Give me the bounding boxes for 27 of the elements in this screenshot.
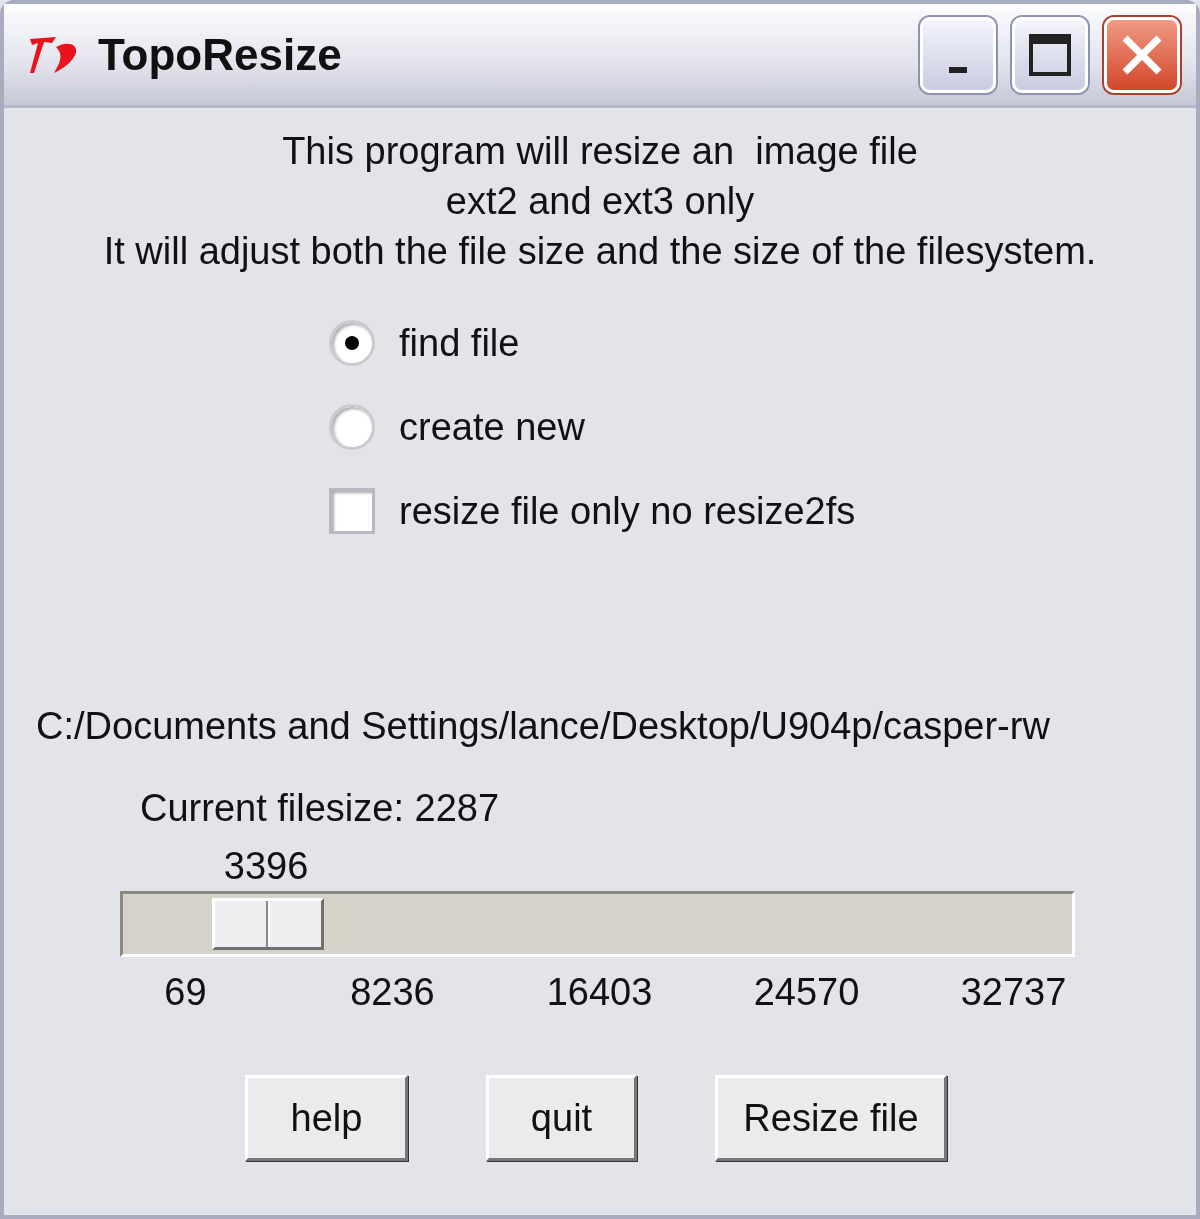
tick-label: 24570 <box>753 971 860 1013</box>
option-label: create new <box>399 404 585 450</box>
tick-label: 69 <box>164 971 207 1013</box>
checkbox[interactable] <box>329 488 375 534</box>
slider-thumb[interactable] <box>212 898 325 950</box>
minimize-button[interactable] <box>920 16 996 93</box>
file-path: C:/Documents and Settings/lance/Desktop/U904p/casper-rw <box>36 704 1051 749</box>
dialog-button[interactable]: Resize file <box>715 1075 947 1161</box>
intro-text: It will adjust both the file size and the size of the filesystem. <box>102 229 1098 274</box>
option-label: find file <box>399 320 520 366</box>
maximize-icon <box>1028 32 1072 77</box>
slider-reading: 3396 <box>223 844 309 889</box>
close-button[interactable] <box>1104 16 1180 93</box>
minimize-icon <box>949 66 967 73</box>
dialog-button[interactable]: help <box>245 1075 408 1161</box>
radio-button[interactable] <box>329 320 375 366</box>
maximize-button[interactable] <box>1012 16 1088 93</box>
intro-text: This program will resize an image file <box>281 129 919 174</box>
window-title: TopoResize <box>98 28 342 81</box>
tick-label: 8236 <box>350 971 435 1013</box>
radio-button[interactable] <box>329 404 375 450</box>
intro-text: ext2 and ext3 only <box>444 179 756 224</box>
tick-label: 32737 <box>960 971 1067 1013</box>
current-filesize: Current filesize: 2287 <box>140 786 501 831</box>
tick-label: 16403 <box>546 971 653 1013</box>
option-label: resize file only no resize2fs <box>399 488 856 534</box>
dialog-button[interactable]: quit <box>486 1075 637 1161</box>
